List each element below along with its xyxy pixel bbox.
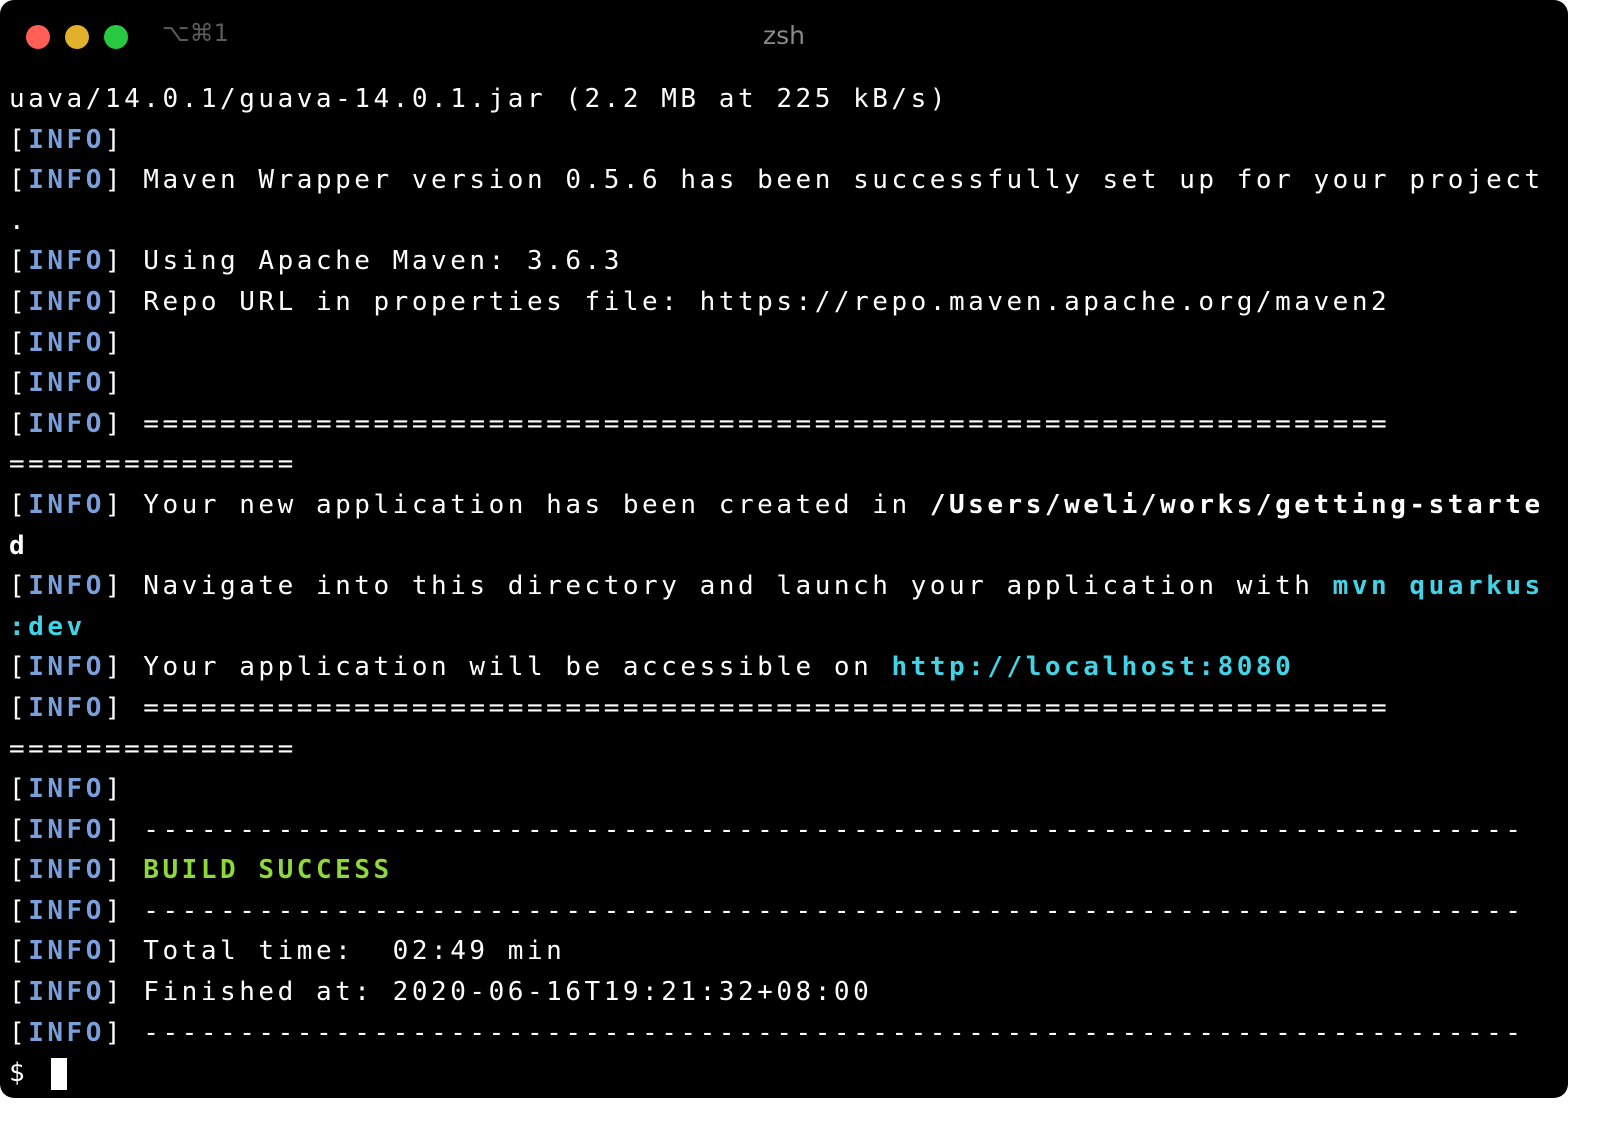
text-cursor: [51, 1057, 68, 1090]
localhost-link[interactable]: http://localhost:8080: [891, 652, 1294, 682]
output-line: [INFO] Maven Wrapper version 0.5.6 has b…: [9, 165, 1544, 196]
output-line: [INFO] Your application will be accessib…: [9, 652, 1295, 683]
info-tag: INFO: [28, 652, 105, 683]
info-tag: INFO: [28, 408, 105, 439]
output-line: uava/14.0.1/guava-14.0.1.jar (2.2 MB at …: [9, 84, 949, 114]
output-line: d: [9, 526, 1561, 567]
terminal-output[interactable]: uava/14.0.1/guava-14.0.1.jar (2.2 MB at …: [9, 79, 1561, 1094]
output-line: ===============: [9, 449, 297, 480]
output-line: [INFO] Using Apache Maven: 3.6.3: [9, 246, 623, 277]
info-tag: INFO: [28, 489, 105, 520]
output-line: .: [9, 205, 29, 236]
info-tag: INFO: [28, 124, 105, 155]
project-path-continued: d: [9, 530, 29, 561]
output-line: [INFO] Repo URL in properties file: http…: [9, 286, 1391, 317]
output-line: [INFO] ---------------------------------…: [9, 895, 1525, 926]
output-line: ===============: [9, 733, 297, 764]
output-line: [INFO] Navigate into this directory and …: [9, 571, 1544, 602]
output-line: [INFO] =================================…: [9, 408, 1391, 439]
info-tag: INFO: [28, 855, 105, 886]
output-line: [INFO]: [9, 774, 125, 805]
info-tag: INFO: [28, 571, 105, 602]
info-tag: INFO: [28, 692, 105, 723]
info-tag: INFO: [28, 936, 105, 967]
output-line: [INFO] Total time: 02:49 min: [9, 936, 566, 967]
info-tag: INFO: [28, 165, 105, 196]
info-tag: INFO: [28, 1017, 105, 1048]
prompt-line[interactable]: $: [9, 1053, 1561, 1094]
build-status: BUILD SUCCESS: [143, 855, 393, 886]
title-bar: ⌥⌘1 zsh: [0, 0, 1568, 72]
info-tag: INFO: [28, 895, 105, 926]
info-tag: INFO: [28, 814, 105, 845]
output-line: [INFO] Your new application has been cre…: [9, 489, 1544, 520]
shell-prompt: $: [9, 1058, 48, 1089]
output-line: [INFO] Finished at: 2020-06-16T19:21:32+…: [9, 977, 873, 1008]
window-title: zsh: [763, 21, 805, 50]
output-line: [INFO] BUILD SUCCESS: [9, 855, 393, 886]
launch-command: mvn quarkus: [1332, 571, 1544, 602]
output-line: :dev: [9, 607, 1561, 648]
output-line: [INFO]: [9, 327, 125, 358]
output-line: [INFO] =================================…: [9, 692, 1391, 723]
info-tag: INFO: [28, 977, 105, 1008]
info-tag: INFO: [28, 246, 105, 277]
output-line: [INFO] ---------------------------------…: [9, 814, 1525, 845]
info-tag: INFO: [28, 774, 105, 805]
info-tag: INFO: [28, 327, 105, 358]
output-line: [INFO]: [9, 368, 125, 399]
project-path: /Users/weli/works/getting-starte: [929, 489, 1544, 520]
terminal-window: ⌥⌘1 zsh uava/14.0.1/guava-14.0.1.jar (2.…: [0, 0, 1568, 1098]
output-line: [INFO] ---------------------------------…: [9, 1017, 1525, 1048]
info-tag: INFO: [28, 368, 105, 399]
info-tag: INFO: [28, 286, 105, 317]
launch-command-continued: :dev: [9, 611, 86, 642]
output-line: [INFO]: [9, 124, 125, 155]
